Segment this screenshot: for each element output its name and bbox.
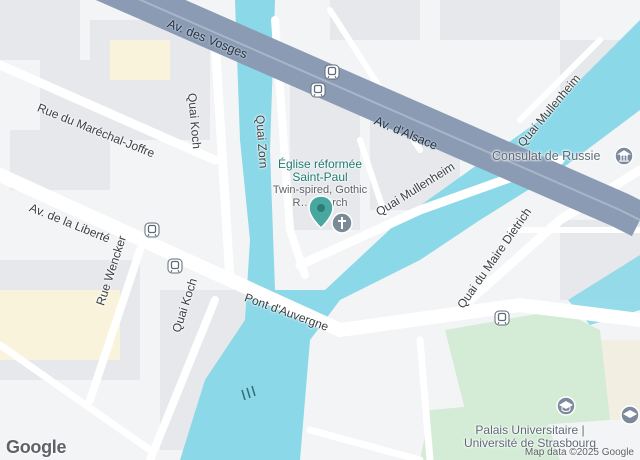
university-icon-2[interactable] bbox=[620, 405, 640, 425]
university-icon[interactable] bbox=[556, 396, 576, 416]
tram-icon[interactable] bbox=[144, 222, 160, 238]
consulate-icon[interactable] bbox=[614, 146, 634, 166]
tram-icon[interactable] bbox=[167, 258, 183, 274]
tram-icon[interactable] bbox=[494, 310, 510, 326]
map-canvas[interactable]: Av. des Vosges Av. d'Alsace Quai Mullenh… bbox=[0, 0, 640, 460]
tram-icon[interactable] bbox=[324, 64, 340, 80]
poi-label-consulat[interactable]: Consulat de Russie bbox=[492, 149, 600, 163]
map-attribution[interactable]: Map data ©2025 Google bbox=[525, 447, 634, 458]
google-logo: Google bbox=[6, 437, 67, 457]
poi-eglise-name-2: Saint-Paul bbox=[292, 170, 348, 184]
tram-icon[interactable] bbox=[310, 82, 326, 98]
place-of-worship-icon[interactable] bbox=[331, 212, 353, 234]
